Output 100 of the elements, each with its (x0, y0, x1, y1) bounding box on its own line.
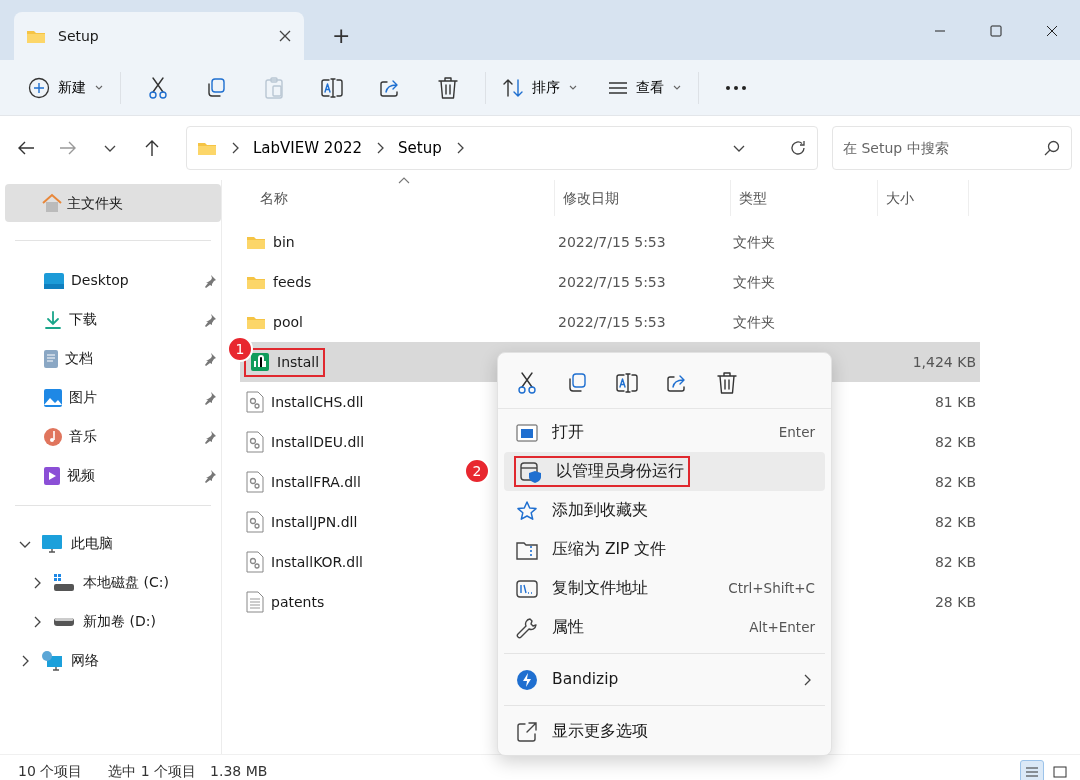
copy-icon (566, 371, 588, 394)
selection-count: 选中 1 个项目 (108, 762, 197, 780)
breadcrumb[interactable]: LabVIEW 2022 (253, 136, 362, 160)
tree-item[interactable]: 新加卷 (D:) (5, 602, 221, 641)
column-header[interactable]: 大小 (886, 189, 914, 206)
quick-access-item[interactable]: Desktop (5, 261, 221, 300)
close-icon (1046, 24, 1058, 37)
file-name: bin (273, 232, 295, 252)
external-icon (516, 720, 538, 743)
file-name: InstallDEU.dll (271, 432, 365, 452)
file-size: 82 KB (934, 473, 976, 490)
file-name: InstallFRA.dll (271, 472, 361, 492)
new-button[interactable]: 新建 (20, 67, 112, 108)
details-view-button[interactable] (1020, 759, 1044, 780)
menu-item[interactable]: Bandizip (504, 660, 825, 699)
back-arrow-icon (17, 140, 35, 156)
menu-label: 打开 (552, 421, 584, 443)
menu-item[interactable]: 打开 Enter (504, 413, 825, 452)
shortcut-text: Enter (778, 423, 815, 443)
picture-icon (43, 387, 63, 408)
view-button[interactable]: 查看 (600, 67, 690, 108)
pin-icon (203, 390, 217, 405)
up-arrow-icon (144, 139, 160, 157)
tree-item[interactable]: 本地磁盘 (C:) (5, 563, 221, 602)
file-name: Install (277, 352, 320, 372)
scissors-icon (516, 370, 538, 395)
quick-access-item[interactable]: 图片 (5, 378, 221, 417)
lines-icon (608, 79, 628, 96)
folder-icon (246, 234, 266, 250)
sort-caret-icon (398, 176, 410, 184)
zip-folder-icon (516, 539, 538, 560)
gear-file-icon (246, 391, 264, 413)
step-badge: 2 (464, 458, 490, 484)
pin-icon (203, 468, 217, 483)
window-icon (516, 423, 538, 442)
menu-item[interactable]: 压缩为 ZIP 文件 (504, 530, 825, 569)
shield-window-icon (520, 460, 542, 483)
file-date: 2022/7/15 5:53 (558, 313, 666, 330)
file-date: 2022/7/15 5:53 (558, 273, 666, 290)
rename-icon (615, 371, 639, 394)
menu-item[interactable]: 以管理员身份运行 (504, 452, 825, 491)
quick-access-item[interactable]: 视频 (5, 456, 221, 495)
quick-access-item[interactable]: 下载 (5, 300, 221, 339)
folder-icon (246, 314, 266, 330)
column-header[interactable]: 类型 (739, 189, 767, 206)
file-name: InstallKOR.dll (271, 552, 363, 572)
file-size: 82 KB (934, 553, 976, 570)
home-item[interactable]: 主文件夹 (5, 184, 221, 222)
shortcut-text: Ctrl+Shift+C (728, 579, 815, 599)
column-header[interactable]: 修改日期 (563, 189, 619, 206)
folder-icon (197, 140, 217, 156)
menu-item[interactable]: 属性 Alt+Enter (504, 608, 825, 647)
address-bar[interactable]: LabVIEW 2022 Setup (186, 126, 818, 170)
pin-icon (203, 273, 217, 288)
sort-button[interactable]: 排序 (494, 67, 586, 108)
plus-circle-icon (28, 76, 50, 99)
step-badge: 1 (227, 336, 253, 362)
gear-file-icon (246, 431, 264, 453)
sort-icon (502, 77, 524, 98)
caret-icon (568, 83, 578, 92)
pin-icon (203, 312, 217, 327)
file-type: 文件夹 (733, 313, 775, 330)
column-header[interactable]: 名称 (260, 189, 288, 206)
browser-tab[interactable]: Setup (14, 12, 304, 60)
search-field[interactable]: 在 Setup 中搜索 (832, 126, 1072, 170)
pin-icon (203, 351, 217, 366)
file-name: patents (271, 592, 325, 612)
file-name: feeds (273, 272, 312, 292)
menu-label: Bandizip (552, 668, 619, 690)
quick-access-item[interactable]: 文档 (5, 339, 221, 378)
drive-icon (53, 615, 75, 628)
menu-item[interactable]: 复制文件地址 Ctrl+Shift+C (504, 569, 825, 608)
trash-icon (437, 75, 459, 100)
app-icon (250, 352, 270, 372)
close-icon (278, 29, 292, 43)
clipboard-icon (263, 75, 285, 100)
drive-icon (53, 572, 75, 593)
path-icon (516, 579, 538, 598)
star-icon (516, 499, 538, 522)
breadcrumb[interactable]: Setup (398, 136, 442, 160)
tab-title: Setup (58, 26, 100, 46)
maximize-icon (990, 24, 1002, 37)
quick-access-item[interactable]: 音乐 (5, 417, 221, 456)
tree-item[interactable]: 此电脑 (5, 524, 221, 563)
rename-icon (320, 76, 344, 99)
desktop-icon (43, 271, 65, 290)
menu-item[interactable]: 添加到收藏夹 (504, 491, 825, 530)
close-tab-button[interactable] (278, 29, 292, 43)
gear-file-icon (246, 471, 264, 493)
new-tab-button[interactable]: + (326, 24, 357, 48)
menu-item[interactable]: 显示更多选项 (504, 712, 825, 751)
tiles-icon (1053, 765, 1067, 778)
lightning-icon (516, 668, 538, 691)
selection-size: 1.38 MB (210, 762, 268, 780)
gear-file-icon (246, 511, 264, 533)
item-count: 10 个项目 (18, 762, 83, 780)
tree-item[interactable]: 网络 (5, 641, 221, 680)
download-icon (43, 309, 63, 330)
menu-label: 复制文件地址 (552, 577, 648, 599)
refresh-icon (789, 139, 807, 157)
